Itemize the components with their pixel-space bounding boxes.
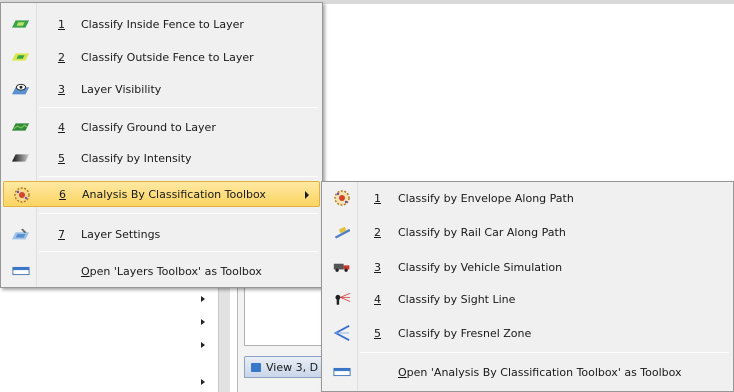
menu-separator [39, 107, 318, 108]
sight-line-icon [333, 291, 351, 307]
menu-item-classify-ground[interactable]: 4 Classify Ground to Layer [3, 114, 320, 140]
menu-item-label: Classify by Rail Car Along Path [398, 225, 566, 239]
submenu-item-open-analysis-toolbox[interactable]: Open 'Analysis By Classification Toolbox… [324, 359, 731, 385]
menu-item-label: Classify by Vehicle Simulation [398, 260, 563, 274]
menu-item-label: Classify by Envelope Along Path [398, 191, 574, 205]
menu-item-number: 7 [58, 227, 65, 241]
menu-item-label: Open 'Analysis By Classification Toolbox… [398, 365, 682, 379]
rail-car-icon [333, 224, 351, 240]
submenu-item-vehicle-simulation[interactable]: 3 Classify by Vehicle Simulation [324, 254, 731, 280]
view-tab-label: View 3, D [266, 360, 319, 374]
menu-item-label: Open 'Layers Toolbox' as Toolbox [81, 264, 262, 278]
menu-item-label: Classify Ground to Layer [81, 120, 216, 134]
menu-item-label: Classify Inside Fence to Layer [81, 17, 244, 31]
menu-item-layer-settings[interactable]: 7 Layer Settings [3, 221, 320, 247]
submenu-arrow-icon [305, 191, 309, 199]
layer-plane-icon [12, 16, 30, 32]
layers-menu: 1 Classify Inside Fence to Layer 2 Class… [0, 2, 323, 288]
menu-separator [39, 213, 318, 214]
tree-expand-arrow[interactable] [201, 296, 205, 302]
tree-expand-arrow[interactable] [201, 379, 205, 385]
menu-item-number: 5 [58, 151, 65, 165]
layer-ground-icon [12, 119, 30, 135]
menu-item-number: 3 [58, 82, 65, 96]
menu-item-label: Layer Visibility [81, 82, 162, 96]
fresnel-zone-icon [333, 325, 351, 341]
envelope-path-icon [333, 190, 351, 206]
menu-item-open-layers-toolbox[interactable]: Open 'Layers Toolbox' as Toolbox [3, 258, 320, 284]
menu-item-classify-inside-fence[interactable]: 1 Classify Inside Fence to Layer [3, 11, 320, 37]
menu-item-number: 2 [58, 50, 65, 64]
menu-item-number: 5 [374, 326, 381, 340]
toolbox-icon [333, 364, 351, 380]
tree-expand-arrow[interactable] [201, 342, 205, 348]
menu-item-analysis-toolbox[interactable]: 6 Analysis By Classification Toolbox [3, 181, 320, 207]
menu-item-label: Classify by Sight Line [398, 292, 516, 306]
layer-eye-icon [12, 81, 30, 97]
menu-separator [39, 176, 318, 177]
analysis-submenu: 1 Classify by Envelope Along Path 2 Clas… [321, 181, 734, 392]
menu-item-number: 2 [374, 225, 381, 239]
layer-settings-icon [12, 226, 30, 242]
panel-scrollbar[interactable] [218, 285, 230, 392]
menu-item-layer-visibility[interactable]: 3 Layer Visibility [3, 76, 320, 102]
menu-separator [360, 352, 729, 353]
menu-item-classify-intensity[interactable]: 5 Classify by Intensity [3, 145, 320, 171]
submenu-item-sight-line[interactable]: 4 Classify by Sight Line [324, 286, 731, 312]
menu-item-classify-outside-fence[interactable]: 2 Classify Outside Fence to Layer [3, 44, 320, 70]
menu-separator [39, 251, 318, 252]
analysis-toolbox-icon [13, 187, 31, 203]
submenu-item-envelope-path[interactable]: 1 Classify by Envelope Along Path [324, 185, 731, 211]
view-tab[interactable]: View 3, D [244, 356, 327, 378]
menu-item-number: 1 [374, 191, 381, 205]
menu-item-number: 6 [59, 187, 66, 201]
menu-item-label: Analysis By Classification Toolbox [82, 187, 266, 201]
layer-intensity-icon [12, 150, 30, 166]
menu-item-number: 1 [58, 17, 65, 31]
toolbox-icon [12, 263, 30, 279]
menu-item-number: 3 [374, 260, 381, 274]
view-icon [251, 362, 261, 372]
menu-item-label: Classify Outside Fence to Layer [81, 50, 254, 64]
layer-plane-icon [12, 49, 30, 65]
submenu-item-rail-car[interactable]: 2 Classify by Rail Car Along Path [324, 219, 731, 245]
menu-item-label: Classify by Fresnel Zone [398, 326, 532, 340]
menu-item-number: 4 [58, 120, 65, 134]
vehicle-icon [333, 259, 351, 275]
view-window [244, 286, 324, 346]
menu-item-number: 4 [374, 292, 381, 306]
tree-expand-arrow[interactable] [201, 319, 205, 325]
menu-item-label: Classify by Intensity [81, 151, 192, 165]
menu-item-label: Layer Settings [81, 227, 161, 241]
submenu-item-fresnel-zone[interactable]: 5 Classify by Fresnel Zone [324, 320, 731, 346]
